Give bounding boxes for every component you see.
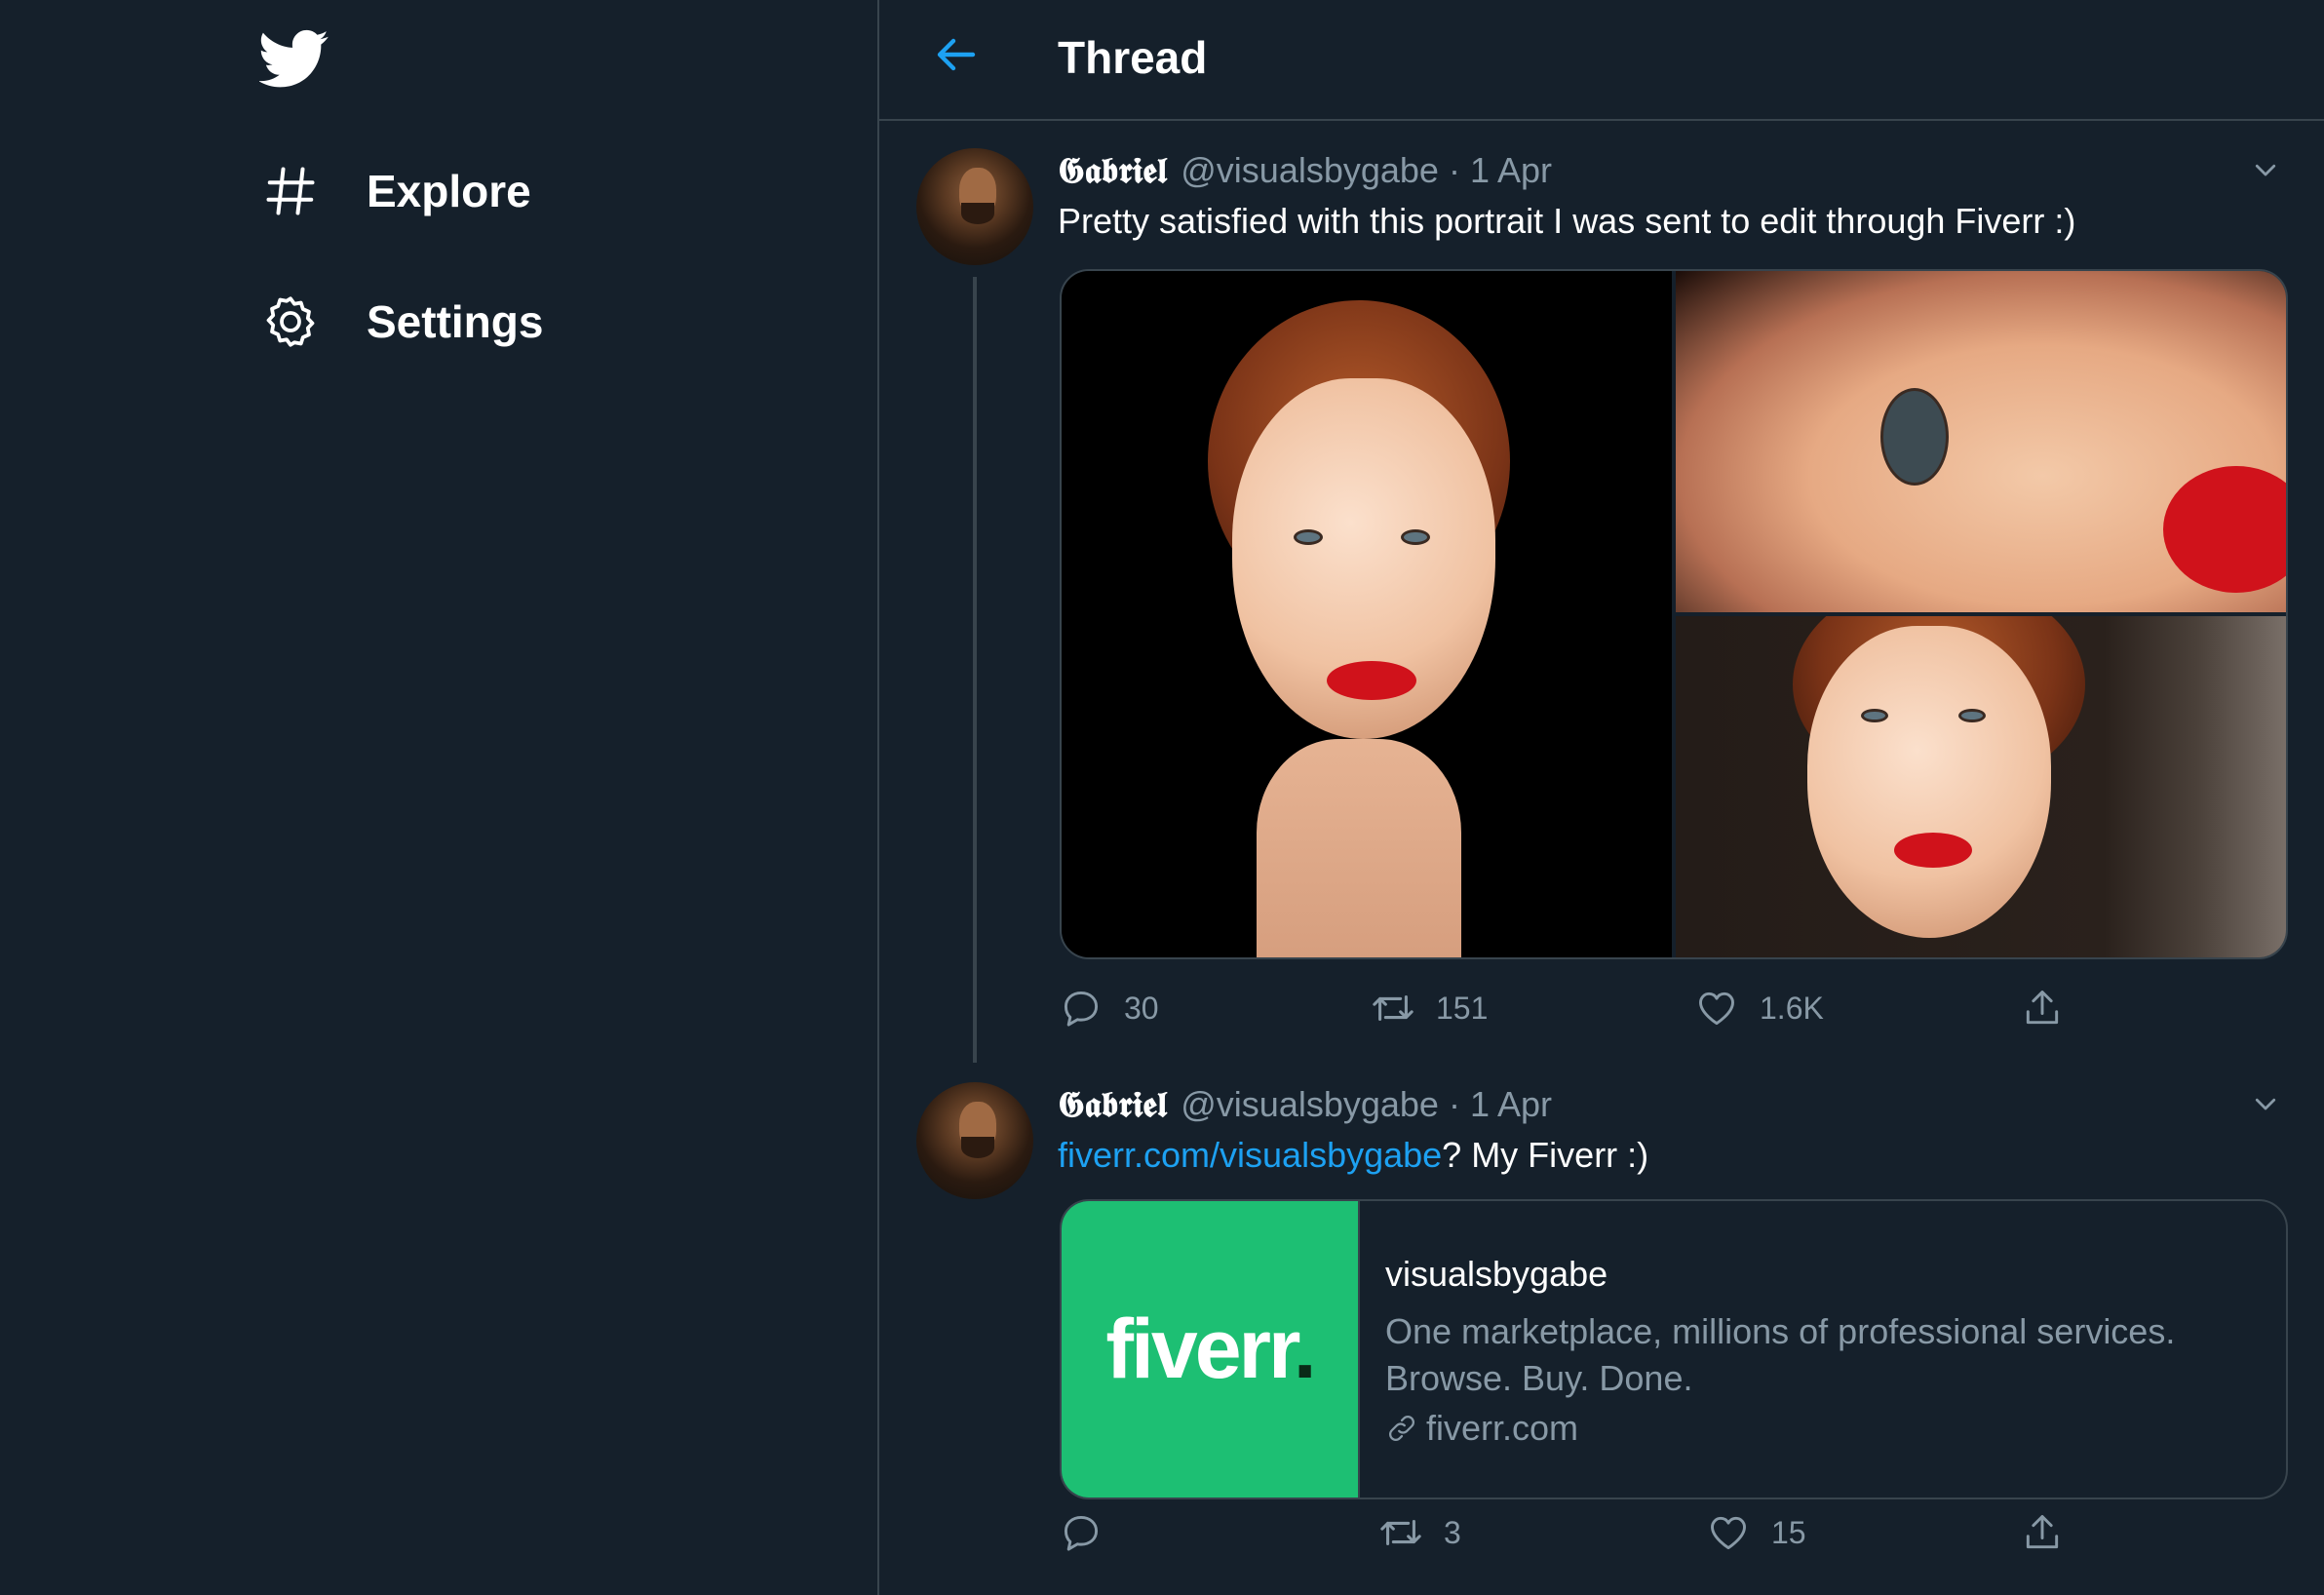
photo-portrait-main[interactable]	[1062, 271, 1672, 957]
photo-eye-closeup[interactable]	[1676, 271, 2286, 612]
hashtag-icon	[259, 160, 322, 222]
card-domain: fiverr.com	[1385, 1408, 2263, 1449]
retweet-button[interactable]: 3	[1377, 1503, 1461, 1562]
like-count: 15	[1771, 1514, 1806, 1550]
card-body: visualsbygabe One marketplace, millions …	[1360, 1201, 2263, 1498]
retweet-count: 151	[1436, 990, 1489, 1026]
share-icon	[2019, 985, 2066, 1031]
retweet-button[interactable]: 151	[1370, 979, 1488, 1037]
heart-icon	[1705, 1509, 1752, 1556]
share-icon	[2019, 1509, 2066, 1556]
retweet-count: 3	[1444, 1514, 1461, 1550]
like-count: 1.6K	[1760, 990, 1824, 1026]
page-title: Thread	[1058, 32, 1208, 83]
chevron-down-icon	[2251, 155, 2280, 189]
card-title: visualsbygabe	[1385, 1254, 1608, 1294]
chevron-down-icon	[2251, 1089, 2280, 1123]
avatar[interactable]	[916, 1082, 1033, 1199]
like-button[interactable]: 15	[1705, 1503, 1806, 1562]
tweet-date[interactable]: 1 Apr	[1470, 150, 1552, 191]
tweet-link[interactable]: fiverr.com/visualsbygabe	[1058, 1135, 1442, 1175]
tweet-text: Pretty satisfied with this portrait I wa…	[1058, 201, 2076, 241]
gear-icon	[259, 291, 322, 353]
tweet-text-suffix: ? My Fiverr :)	[1442, 1135, 1649, 1175]
reply-icon	[1058, 1509, 1104, 1556]
author-name[interactable]: 𝕲𝖆𝖇𝖗𝖎𝖊𝖑	[1058, 1084, 1167, 1126]
tweet-meta: 𝕲𝖆𝖇𝖗𝖎𝖊𝖑 @visualsbygabe · 1 Apr	[1058, 1084, 1552, 1126]
fiverr-logo-text: fiverr.	[1105, 1302, 1316, 1396]
tweet-menu-button[interactable]	[2246, 152, 2285, 191]
back-arrow-icon	[934, 31, 981, 83]
thread-column: Thread 𝕲𝖆𝖇𝖗𝖎𝖊𝖑 @visualsbygabe · 1 Apr Pr…	[877, 0, 2324, 1595]
tweet[interactable]: 𝕲𝖆𝖇𝖗𝖎𝖊𝖑 @visualsbygabe · 1 Apr Pretty sa…	[879, 121, 2324, 1067]
tweet-date[interactable]: 1 Apr	[1470, 1084, 1552, 1125]
thread-connector	[973, 277, 977, 1063]
nav-settings[interactable]: Settings	[259, 283, 543, 361]
reply-count: 30	[1124, 990, 1159, 1026]
reply-button[interactable]	[1058, 1503, 1124, 1562]
nav-explore[interactable]: Explore	[259, 152, 531, 230]
meta-separator: ·	[1448, 150, 1460, 190]
tweet-text: fiverr.com/visualsbygabe? My Fiverr :)	[1058, 1135, 1648, 1176]
tweet-actions: 3 15	[1058, 1503, 2111, 1562]
left-navigation: Explore Settings	[0, 0, 877, 1595]
page: Explore Settings Thread 𝕲𝖆𝖇𝖗𝖎𝖊𝖑 @visuals…	[0, 0, 2324, 1595]
tweet-meta: 𝕲𝖆𝖇𝖗𝖎𝖊𝖑 @visualsbygabe · 1 Apr	[1058, 150, 1552, 192]
nav-explore-label: Explore	[367, 166, 531, 216]
thread-header: Thread	[879, 0, 2324, 121]
share-button[interactable]	[2019, 979, 2066, 1037]
reply-icon	[1058, 985, 1104, 1031]
tweet-actions: 30 151 1.6K	[1058, 979, 2111, 1037]
card-domain-text: fiverr.com	[1426, 1408, 1579, 1448]
back-button[interactable]	[928, 27, 987, 86]
tweet-menu-button[interactable]	[2246, 1086, 2285, 1125]
card-description: One marketplace, millions of professiona…	[1385, 1311, 2176, 1398]
author-name[interactable]: 𝕲𝖆𝖇𝖗𝖎𝖊𝖑	[1058, 150, 1167, 192]
retweet-icon	[1377, 1509, 1424, 1556]
avatar[interactable]	[916, 148, 1033, 265]
media-grid	[1060, 269, 2288, 959]
nav-settings-label: Settings	[367, 296, 544, 347]
share-button[interactable]	[2019, 1503, 2066, 1562]
reply-button[interactable]: 30	[1058, 979, 1159, 1037]
heart-icon	[1693, 985, 1740, 1031]
link-preview-card[interactable]: fiverr. visualsbygabe One marketplace, m…	[1060, 1199, 2288, 1499]
retweet-icon	[1370, 985, 1416, 1031]
like-button[interactable]: 1.6K	[1693, 979, 1824, 1037]
author-handle[interactable]: @visualsbygabe	[1181, 150, 1439, 191]
twitter-bird-icon[interactable]	[257, 23, 329, 94]
link-icon	[1385, 1412, 1418, 1445]
tweet[interactable]: 𝕲𝖆𝖇𝖗𝖎𝖊𝖑 @visualsbygabe · 1 Apr fiverr.co…	[879, 1067, 2324, 1595]
author-handle[interactable]: @visualsbygabe	[1181, 1084, 1439, 1125]
fiverr-logo: fiverr.	[1062, 1201, 1360, 1498]
meta-separator: ·	[1448, 1084, 1460, 1124]
photo-side-portrait[interactable]	[1676, 616, 2286, 957]
